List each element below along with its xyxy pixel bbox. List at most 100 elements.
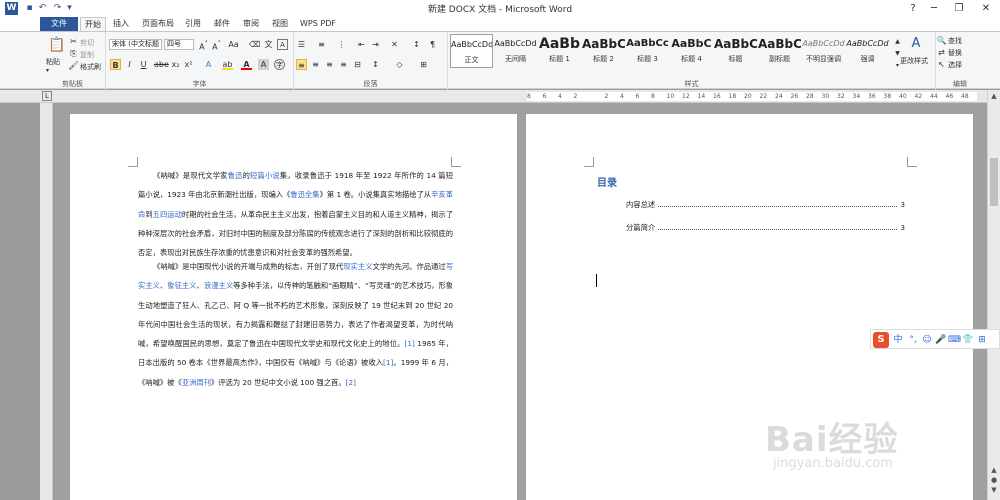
style-subtle-emphasis[interactable]: AaBbCcDd 不明显强调 [802,34,845,68]
shrink-font-icon[interactable]: A˅ [211,39,222,52]
prev-page-icon[interactable]: ▲ [988,466,1000,476]
strikethrough-icon[interactable]: abe [154,59,169,70]
tab-view[interactable]: 视图 [267,17,293,31]
cut-button[interactable]: 剪切 [80,38,94,48]
tab-home[interactable]: 开始 [80,17,106,32]
replace-button[interactable]: 替换 [948,48,962,58]
hyperlink[interactable]: [1] [383,358,393,367]
hyperlink[interactable]: 浪漫主义 [204,281,233,290]
scrollbar-thumb[interactable] [990,158,998,206]
text-effects-icon[interactable]: A [203,59,214,70]
hyperlink[interactable]: [1] [405,339,415,348]
tab-review[interactable]: 审阅 [238,17,264,31]
select-icon[interactable]: ↖ [936,59,947,70]
style-heading-4[interactable]: AaBbC 标题 4 [670,34,713,68]
font-name-select[interactable]: 宋体 (中文标题 [109,39,162,50]
tab-file[interactable]: 文件 [40,17,78,31]
find-button[interactable]: 查找 [948,36,962,46]
enclose-char-icon[interactable]: 字 [274,59,285,70]
change-styles-icon[interactable]: A [908,36,924,52]
distributed-icon[interactable]: ⊟ [352,59,363,70]
tab-selector-icon[interactable]: L [42,91,52,101]
italic-icon[interactable]: I [124,59,135,70]
shading-icon[interactable]: ◇ [394,59,405,70]
format-painter-button[interactable]: 格式刷 [80,62,101,72]
clear-format-icon[interactable]: ⌫ [249,39,260,50]
replace-icon[interactable]: ⇄ [936,47,947,58]
align-center-icon[interactable]: ≡ [310,59,321,70]
show-marks-icon[interactable]: ¶ [427,39,438,50]
cut-icon[interactable]: ✂ [68,36,79,47]
hyperlink[interactable]: 象征主义 [167,281,196,290]
hyperlink[interactable]: 鲁迅全集 [290,190,319,199]
style-subtitle[interactable]: AaBbC 副标题 [758,34,801,68]
ime-toolbox-icon[interactable]: ⊞ [977,333,987,347]
phonetic-guide-icon[interactable]: 文 [263,39,274,50]
numbering-icon[interactable]: ≡ [316,39,327,50]
ime-skin-icon[interactable]: 👕 [962,333,973,347]
tab-mailings[interactable]: 邮件 [209,17,235,31]
copy-icon[interactable]: ⎘ [68,48,79,59]
decrease-indent-icon[interactable]: ⇤ [356,39,367,50]
style-emphasis[interactable]: AaBbCcDd 强调 [846,34,889,68]
find-icon[interactable]: 🔍 [936,35,947,46]
tab-insert[interactable]: 插入 [108,17,134,31]
chinese-layout-icon[interactable]: ✕ [389,39,400,50]
char-border-icon[interactable]: A [277,39,288,50]
hyperlink[interactable]: 短篇小说 [250,171,280,180]
hyperlink[interactable]: [2] [346,378,356,387]
underline-icon[interactable]: U [138,59,149,70]
page-2[interactable]: 目录 内容总述 3 分篇简介 3 [526,114,973,500]
bold-icon[interactable]: B [110,59,121,70]
styles-scroll-up-icon[interactable]: ▲ [892,36,903,47]
style-normal[interactable]: AaBbCcDd 正文 [450,34,493,68]
vertical-scrollbar[interactable]: ▲ ▲ ● ▼ [987,90,1000,500]
char-shading-icon[interactable]: A [258,59,269,70]
align-right-icon[interactable]: ≡ [324,59,335,70]
change-styles-button[interactable]: 更改样式 [900,56,928,66]
highlight-icon[interactable]: ab [222,59,233,70]
ime-toolbar[interactable]: S 中 °, ☺ 🎤 ⌨ 👕 ⊞ [870,329,1000,349]
copy-button[interactable]: 复制 [80,50,94,60]
increase-indent-icon[interactable]: ⇥ [370,39,381,50]
line-spacing-icon[interactable]: ↕ [370,59,381,70]
toc-entry[interactable]: 内容总述 3 [626,199,905,211]
select-button[interactable]: 选择 [948,60,962,70]
maximize-button[interactable]: ❐ [945,0,973,17]
hyperlink[interactable]: 五四运动 [153,210,182,219]
font-size-select[interactable]: 四号 [164,39,194,50]
bullets-icon[interactable]: ☰ [296,39,307,50]
borders-icon[interactable]: ⊞ [418,59,429,70]
ime-keyboard-icon[interactable]: ⌨ [948,333,961,347]
style-title[interactable]: AaBbC 标题 [714,34,757,68]
hyperlink[interactable]: 现实主义 [343,262,372,271]
format-painter-icon[interactable]: 🖌 [68,60,79,71]
ime-voice-icon[interactable]: 🎤 [935,333,946,347]
tab-references[interactable]: 引用 [180,17,206,31]
horizontal-ruler[interactable]: L 8 6 4 2 2 4 6 8 10 12 14 16 18 20 22 24 26 28 30 32 34 36 38… [0,90,1000,103]
sort-icon[interactable]: ↕ [411,39,422,50]
justify-icon[interactable]: ≡ [338,59,349,70]
multilevel-list-icon[interactable]: ⋮ [336,39,347,50]
change-case-icon[interactable]: Aa [228,39,239,50]
page-1[interactable]: 《呐喊》是现代文学家鲁迅的短篇小说集，收录鲁迅于 1918 年至 1922 年所… [70,114,517,500]
ime-emoji-icon[interactable]: ☺ [922,333,932,347]
paste-button[interactable]: 粘贴 [46,57,60,67]
paste-icon[interactable]: 📋 [48,36,66,54]
subscript-icon[interactable]: x₂ [170,59,181,70]
font-color-icon[interactable]: A [241,59,252,70]
browse-object-icon[interactable]: ● [988,476,1000,486]
next-page-icon[interactable]: ▼ [988,486,1000,496]
sogou-logo-icon[interactable]: S [873,332,889,348]
tab-page-layout[interactable]: 页面布局 [138,17,178,31]
paste-dropdown-icon[interactable]: ▾ [46,67,49,74]
align-left-icon[interactable]: ≡ [296,59,307,70]
ime-chinese-mode-icon[interactable]: 中 [893,333,903,347]
hyperlink[interactable]: 鲁迅 [228,171,243,180]
style-heading-1[interactable]: AaBb 标题 1 [538,34,581,68]
style-heading-3[interactable]: AaBbCc 标题 3 [626,34,669,68]
close-button[interactable]: ✕ [972,0,1000,17]
minimize-button[interactable]: ─ [920,0,948,17]
ime-punctuation-icon[interactable]: °, [908,333,918,347]
vertical-ruler[interactable] [40,103,53,500]
